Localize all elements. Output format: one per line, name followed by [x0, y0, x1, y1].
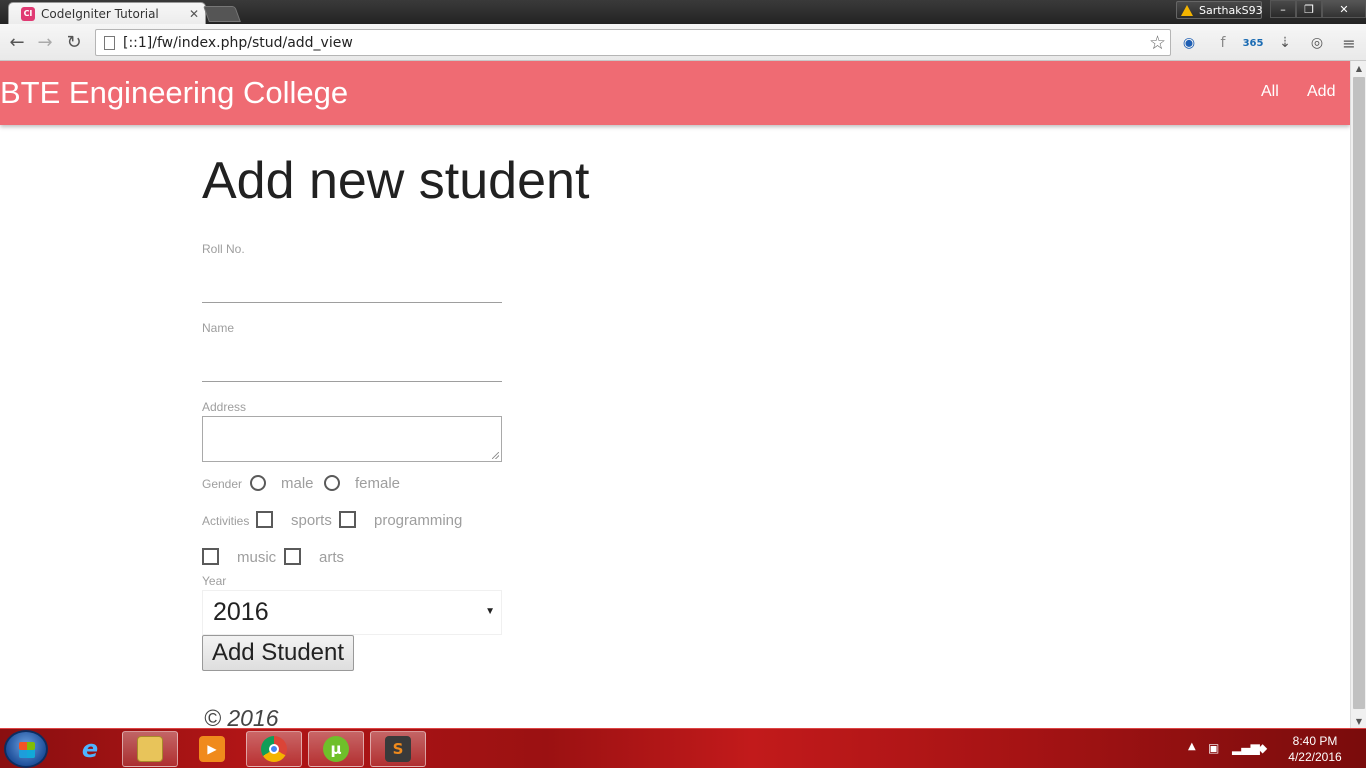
activity-sports-label[interactable]: sports [291, 512, 332, 529]
profile-name: SarthakS93 [1199, 3, 1263, 17]
activities-label: Activities [202, 514, 250, 528]
system-clock[interactable]: 8:40 PM 4/22/2016 [1280, 733, 1350, 765]
reload-icon[interactable]: ↻ [63, 32, 85, 54]
sublime-text-icon: S [385, 736, 411, 762]
restore-button[interactable]: ❐ [1296, 0, 1322, 18]
activity-arts-checkbox[interactable] [284, 548, 301, 565]
gender-male-radio[interactable] [250, 475, 266, 491]
activity-music-checkbox[interactable] [202, 548, 219, 565]
extension-phone-icon[interactable]: ◉ [1179, 33, 1199, 53]
activity-programming-checkbox[interactable] [339, 511, 356, 528]
page-viewport: BTE Engineering College All Add Add new … [0, 61, 1350, 728]
back-arrow-icon[interactable]: ← [6, 32, 28, 54]
window-controls: – ❐ ✕ [1270, 0, 1366, 18]
start-button[interactable] [4, 730, 48, 768]
minimize-button[interactable]: – [1270, 0, 1296, 18]
address-textarea[interactable] [202, 416, 502, 462]
media-player-icon: ▶ [199, 736, 225, 762]
clock-time: 8:40 PM [1292, 734, 1338, 748]
address-label: Address [202, 400, 247, 414]
browser-titlebar: CI CodeIgniter Tutorial ✕ SarthakS93 – ❐… [0, 0, 1366, 24]
tray-device-icon[interactable]: ▣ [1208, 741, 1219, 755]
name-label: Name [202, 321, 235, 335]
activity-programming-label[interactable]: programming [374, 512, 462, 529]
gender-male-label[interactable]: male [281, 475, 314, 492]
site-navbar: BTE Engineering College All Add [0, 61, 1350, 125]
volume-icon[interactable]: ◆ [1258, 741, 1267, 755]
gender-label: Gender [202, 477, 243, 491]
scroll-up-icon[interactable]: ▲ [1351, 61, 1366, 75]
windows-taskbar: e ▶ µ S ▲ ▣ ▂▄▆ ◆ 8:40 PM 4/22/2016 [0, 728, 1366, 768]
internet-explorer-icon: e [81, 735, 99, 763]
tab-title: CodeIgniter Tutorial [41, 6, 159, 21]
url-text: [::1]/fw/index.php/stud/add_view [123, 34, 353, 51]
activity-music-label[interactable]: music [237, 549, 276, 566]
tray-expand-icon[interactable]: ▲ [1188, 741, 1196, 752]
nav-link-all[interactable]: All [1261, 83, 1279, 101]
browser-toolbar: ← → ↻ [::1]/fw/index.php/stud/add_view ☆… [0, 24, 1366, 61]
gender-female-label[interactable]: female [355, 475, 400, 492]
utorrent-icon: µ [323, 736, 349, 762]
taskbar-chrome[interactable] [246, 731, 302, 767]
windows-logo-icon [19, 742, 35, 758]
scroll-down-icon[interactable]: ▼ [1351, 714, 1366, 728]
roll-label: Roll No. [202, 242, 245, 256]
scrollbar-thumb[interactable] [1353, 77, 1365, 709]
bookmark-star-icon[interactable]: ☆ [1149, 32, 1166, 54]
name-input[interactable] [202, 356, 502, 382]
activity-arts-label[interactable]: arts [319, 549, 344, 566]
warning-icon [1181, 4, 1193, 16]
taskbar-internet-explorer[interactable]: e [62, 731, 118, 767]
chrome-menu-icon[interactable]: ≡ [1339, 33, 1359, 53]
clock-date: 4/22/2016 [1288, 750, 1342, 764]
chrome-icon [261, 736, 287, 762]
new-tab-button[interactable] [203, 6, 241, 22]
close-window-button[interactable]: ✕ [1322, 0, 1366, 18]
roll-input[interactable] [202, 277, 502, 303]
taskbar-utorrent[interactable]: µ [308, 731, 364, 767]
nav-link-add[interactable]: Add [1307, 83, 1335, 101]
page-title: Add new student [202, 152, 590, 210]
add-student-button[interactable]: Add Student [202, 635, 354, 671]
folder-icon [137, 736, 163, 762]
forward-arrow-icon[interactable]: → [34, 32, 56, 54]
taskbar-file-explorer[interactable] [122, 731, 178, 767]
network-signal-icon[interactable]: ▂▄▆ [1232, 741, 1260, 755]
download-extension-icon[interactable]: ⇣ [1275, 33, 1295, 53]
facebook-icon[interactable]: f [1213, 33, 1233, 53]
page-icon [104, 35, 115, 50]
taskbar-sublime-text[interactable]: S [370, 731, 426, 767]
profile-badge[interactable]: SarthakS93 [1176, 1, 1263, 19]
year-selected-value: 2016 [213, 598, 269, 626]
address-bar[interactable]: [::1]/fw/index.php/stud/add_view ☆ [95, 29, 1171, 56]
year-select[interactable]: 2016 ▼ [202, 590, 502, 635]
browser-tab[interactable]: CI CodeIgniter Tutorial ✕ [8, 2, 206, 24]
footer-copyright: © 2016 [204, 705, 279, 728]
dropdown-arrow-icon: ▼ [485, 606, 495, 617]
site-brand[interactable]: BTE Engineering College [0, 75, 348, 111]
taskbar-media-player[interactable]: ▶ [184, 731, 240, 767]
resize-handle-icon[interactable] [492, 452, 499, 459]
page-scrollbar[interactable]: ▲ ▼ [1350, 61, 1366, 728]
year-label: Year [202, 574, 227, 588]
activity-sports-checkbox[interactable] [256, 511, 273, 528]
codeigniter-favicon-icon: CI [21, 6, 35, 21]
extension-365-icon[interactable]: 365 [1243, 33, 1264, 53]
extension-circle-icon[interactable]: ◎ [1307, 33, 1327, 53]
tab-close-icon[interactable]: ✕ [189, 7, 199, 21]
gender-female-radio[interactable] [324, 475, 340, 491]
